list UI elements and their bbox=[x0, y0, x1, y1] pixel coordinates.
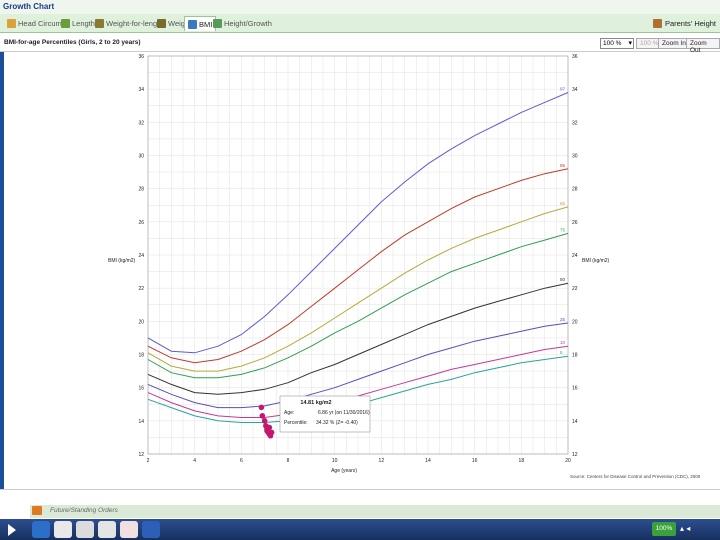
parents-height-button[interactable]: Parents' Height bbox=[652, 16, 716, 31]
y-tick-label-left: 32 bbox=[138, 120, 144, 126]
x-tick-label: 8 bbox=[287, 458, 290, 464]
x-tick-label: 20 bbox=[565, 458, 571, 464]
percentile-label-10: 10 bbox=[560, 340, 566, 345]
app-icon[interactable] bbox=[54, 521, 72, 538]
word-icon[interactable] bbox=[142, 521, 160, 538]
chrome-icon[interactable] bbox=[76, 521, 94, 538]
y-tick-label-right: 30 bbox=[572, 154, 578, 160]
chart-toolbar: BMI-for-age Percentiles (Girls, 2 to 20 … bbox=[0, 34, 720, 54]
y-tick-label-left: 14 bbox=[138, 419, 144, 425]
y-tick-label-left: 36 bbox=[138, 54, 144, 60]
bmi-chart: 2 4 6 8 10 12 14 16 18 2012 1214 1416 1618 1820 2022 22… bbox=[4, 52, 716, 489]
y-tick-label-right: 36 bbox=[572, 54, 578, 60]
y-tick-label-right: 16 bbox=[572, 386, 578, 392]
parents-icon bbox=[652, 19, 662, 28]
patient-point bbox=[259, 413, 266, 419]
window-title: Growth Chart bbox=[0, 0, 720, 14]
percentile-label-95: 95 bbox=[560, 163, 566, 168]
y-tick-label-right: 14 bbox=[572, 419, 578, 425]
future-standing-orders-bar[interactable]: Future/Standing Orders bbox=[30, 505, 720, 518]
orders-label: Future/Standing Orders bbox=[50, 507, 118, 514]
y-tick-label-left: 22 bbox=[138, 286, 144, 292]
orders-icon bbox=[32, 506, 42, 515]
weight-icon bbox=[157, 19, 166, 28]
y-tick-label-left: 12 bbox=[138, 452, 144, 458]
y-tick-label-right: 20 bbox=[572, 319, 578, 325]
tray-icons: ▴ ◂ bbox=[680, 524, 691, 533]
y-tick-label-left: 24 bbox=[138, 253, 144, 259]
start-arrow-icon[interactable] bbox=[8, 524, 16, 536]
y-tick-label-left: 18 bbox=[138, 353, 144, 359]
zoom-out-button[interactable]: Zoom Out bbox=[686, 38, 720, 54]
percentile-label-25: 25 bbox=[560, 317, 566, 322]
chart-source: Source: Centers for Disease Control and … bbox=[570, 474, 701, 479]
taskbar: 100% ▴ ◂ bbox=[0, 519, 720, 540]
percentile-label-75: 75 bbox=[560, 227, 566, 232]
app-icon[interactable] bbox=[98, 521, 116, 538]
y-tick-label-left: 26 bbox=[138, 220, 144, 226]
tooltip-percentile-label: Percentile: bbox=[284, 420, 308, 426]
zoom-select[interactable]: 100 % bbox=[600, 38, 634, 49]
length-icon bbox=[61, 19, 70, 28]
parents-height-label: Parents' Height bbox=[664, 19, 716, 28]
y-tick-label-left: 28 bbox=[138, 187, 144, 193]
patient-point bbox=[258, 404, 265, 411]
tray-button[interactable]: 100% bbox=[652, 522, 676, 536]
x-tick-label: 4 bbox=[193, 458, 196, 464]
x-axis-label: Age (years) bbox=[331, 468, 357, 474]
height-icon bbox=[213, 19, 222, 28]
zoom-select-value: 100 % bbox=[603, 40, 622, 47]
y-tick-label-right: 34 bbox=[572, 87, 578, 93]
weight-for-length-icon bbox=[95, 19, 104, 28]
y-tick-label-right: 26 bbox=[572, 220, 578, 226]
bmi-icon bbox=[188, 19, 197, 29]
y-axis-label-left: BMI (kg/m2) bbox=[108, 258, 136, 264]
tooltip: 14.81 kg/m2 Age: 6.86 yr (on 11/30/2016)… bbox=[279, 395, 371, 433]
patient-point bbox=[264, 427, 270, 434]
tooltip-percentile-value: 34.32 % (Z= -0.40) bbox=[316, 420, 358, 426]
tab-bar: Head Circum Length Weight-for-length Wei… bbox=[0, 14, 720, 33]
tooltip-age-label: Age: bbox=[284, 410, 294, 416]
outlook-icon[interactable] bbox=[32, 521, 50, 538]
x-tick-label: 14 bbox=[425, 458, 431, 464]
x-tick-label: 6 bbox=[240, 458, 243, 464]
app-icon[interactable] bbox=[120, 521, 138, 538]
y-tick-label-right: 18 bbox=[572, 353, 578, 359]
y-tick-label-left: 16 bbox=[138, 386, 144, 392]
x-tick-label: 12 bbox=[379, 458, 385, 464]
y-tick-label-right: 12 bbox=[572, 452, 578, 458]
percentile-label-97: 97 bbox=[560, 86, 566, 91]
x-tick-label: 16 bbox=[472, 458, 478, 464]
y-tick-label-right: 22 bbox=[572, 286, 578, 292]
percentile-label-85: 85 bbox=[560, 201, 566, 206]
percentile-label-50: 50 bbox=[560, 277, 566, 282]
tab-label: Height/Growth bbox=[224, 19, 272, 28]
x-tick-label: 10 bbox=[332, 458, 338, 464]
patient-point bbox=[261, 418, 268, 424]
chart-title: BMI-for-age Percentiles (Girls, 2 to 20 … bbox=[4, 39, 141, 46]
x-tick-label: 18 bbox=[519, 458, 525, 464]
head-icon bbox=[7, 19, 16, 28]
y-tick-label-left: 30 bbox=[138, 154, 144, 160]
tab-head-circum[interactable]: Head Circum bbox=[4, 16, 65, 31]
y-tick-label-right: 32 bbox=[572, 120, 578, 126]
y-tick-label-left: 34 bbox=[138, 87, 144, 93]
x-tick-label: 2 bbox=[147, 458, 150, 464]
tab-height-growth[interactable]: Height/Growth bbox=[210, 16, 275, 31]
y-tick-label-right: 28 bbox=[572, 187, 578, 193]
tooltip-value: 14.81 kg/m2 bbox=[300, 400, 331, 406]
tooltip-age-value: 6.86 yr (on 11/30/2016) bbox=[318, 410, 370, 416]
y-tick-label-right: 24 bbox=[572, 253, 578, 259]
y-tick-label-left: 20 bbox=[138, 319, 144, 325]
y-axis-label-right: BMI (kg/m2) bbox=[582, 258, 610, 264]
tab-label: Head Circum bbox=[18, 19, 62, 28]
